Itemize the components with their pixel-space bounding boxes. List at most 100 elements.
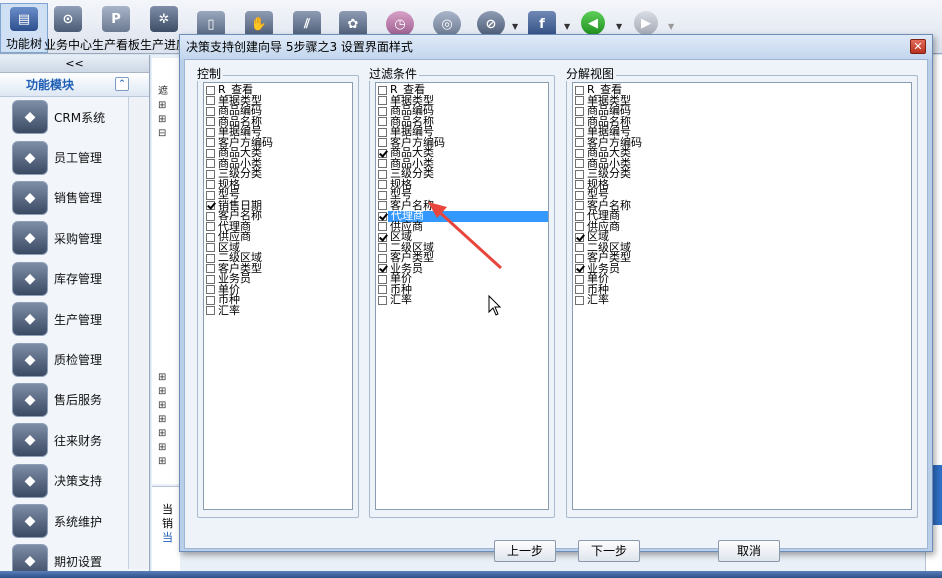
module-item[interactable]: ◆ 生产管理 [0, 299, 149, 339]
field-checkbox[interactable] [206, 295, 215, 305]
field-checkbox[interactable] [378, 243, 387, 253]
field-list-item[interactable]: 单价 [573, 273, 911, 285]
field-list-item[interactable]: 供应商 [573, 221, 911, 233]
module-item[interactable]: ◆ CRM系统 [0, 97, 149, 137]
field-checkbox[interactable] [378, 148, 387, 158]
field-checkbox[interactable] [378, 180, 387, 190]
field-checkbox[interactable] [206, 169, 215, 179]
field-checkbox[interactable] [206, 96, 215, 106]
field-checkbox[interactable] [378, 222, 387, 232]
field-checkbox[interactable] [206, 222, 215, 232]
tree-expand-icon[interactable]: ⊞ [158, 456, 166, 467]
field-checkbox[interactable] [206, 180, 215, 190]
field-checkbox[interactable] [575, 96, 584, 106]
field-list-item[interactable]: 客户名称 [573, 200, 911, 212]
tree-expand-icon[interactable]: ⊞ [158, 428, 166, 439]
toolbar-production-board-button[interactable]: P 生产看板 [92, 3, 140, 53]
field-list-item[interactable]: 汇率 [376, 294, 548, 306]
field-checkbox[interactable] [575, 222, 584, 232]
next-step-button[interactable]: 下一步 [578, 540, 640, 562]
field-checkbox[interactable] [575, 253, 584, 263]
close-icon[interactable]: ✕ [910, 39, 926, 54]
field-checkbox[interactable] [378, 253, 387, 263]
module-item[interactable]: ◆ 采购管理 [0, 218, 149, 258]
field-checkbox[interactable] [206, 117, 215, 127]
field-checkbox[interactable] [575, 117, 584, 127]
tree-expand-icon[interactable]: ⊞ [158, 414, 166, 425]
breakdown-field-list[interactable]: R_查看 单据类型 商品编码 商品名称 单据编号 客户方编码 商品大类 商品小类 三级分类 规格型… [572, 82, 912, 510]
field-checkbox[interactable] [206, 285, 215, 295]
tree-expand-icon[interactable]: ⊞ [158, 114, 166, 125]
field-list-item[interactable]: 汇率 [204, 305, 352, 317]
collapse-up-icon[interactable]: ⌃ [115, 77, 129, 91]
field-list-item[interactable]: 币种 [573, 284, 911, 296]
field-checkbox[interactable] [378, 190, 387, 200]
field-checkbox[interactable] [575, 211, 584, 221]
field-checkbox[interactable] [378, 232, 387, 242]
field-list-item[interactable]: 客户类型 [573, 252, 911, 264]
back-arrow-icon[interactable]: ◀ [581, 11, 605, 35]
field-checkbox[interactable] [378, 85, 387, 95]
field-checkbox[interactable] [575, 295, 584, 305]
field-checkbox[interactable] [575, 138, 584, 148]
field-checkbox[interactable] [206, 138, 215, 148]
module-item[interactable]: ◆ 库存管理 [0, 259, 149, 299]
cancel-button[interactable]: 取消 [718, 540, 780, 562]
field-list-item[interactable]: 三级分类 [573, 168, 911, 180]
field-checkbox[interactable] [378, 264, 387, 274]
tree-expand-icon[interactable]: ⊞ [158, 372, 166, 383]
field-checkbox[interactable] [206, 274, 215, 284]
field-checkbox[interactable] [575, 106, 584, 116]
field-checkbox[interactable] [378, 285, 387, 295]
control-field-list[interactable]: R_查看 单据类型 商品编码 商品名称 单据编号 客户方编码 商品大类 商品小类 三级分类 规格型… [203, 82, 353, 510]
field-checkbox[interactable] [575, 190, 584, 200]
field-checkbox[interactable] [575, 285, 584, 295]
field-list-item[interactable]: 汇率 [573, 294, 911, 306]
tree-collapse-icon[interactable]: ⊟ [158, 128, 166, 139]
field-list-item[interactable]: 规格 [573, 179, 911, 191]
tree-expand-icon[interactable]: ⊞ [158, 100, 166, 111]
field-checkbox[interactable] [206, 306, 215, 316]
field-checkbox[interactable] [378, 211, 387, 221]
field-checkbox[interactable] [575, 243, 584, 253]
field-list-item[interactable]: 业务员 [573, 263, 911, 275]
toolbar-function-tree-button[interactable]: ▤ 功能树 [0, 3, 48, 53]
module-scrollbar[interactable] [128, 97, 148, 569]
field-checkbox[interactable] [206, 148, 215, 158]
field-checkbox[interactable] [575, 232, 584, 242]
module-item[interactable]: ◆ 销售管理 [0, 178, 149, 218]
field-checkbox[interactable] [206, 106, 215, 116]
field-checkbox[interactable] [206, 159, 215, 169]
field-checkbox[interactable] [206, 127, 215, 137]
module-item[interactable]: ◆ 往来财务 [0, 420, 149, 460]
field-checkbox[interactable] [378, 274, 387, 284]
field-checkbox[interactable] [206, 264, 215, 274]
field-checkbox[interactable] [378, 127, 387, 137]
panel-collapse-bar[interactable]: << [0, 55, 149, 73]
field-checkbox[interactable] [378, 117, 387, 127]
module-item[interactable]: ◆ 员工管理 [0, 137, 149, 177]
field-checkbox[interactable] [575, 264, 584, 274]
field-checkbox[interactable] [575, 148, 584, 158]
module-item[interactable]: ◆ 系统维护 [0, 501, 149, 541]
tree-expand-icon[interactable]: ⊞ [158, 400, 166, 411]
field-checkbox[interactable] [378, 106, 387, 116]
field-checkbox[interactable] [206, 85, 215, 95]
field-checkbox[interactable] [206, 211, 215, 221]
field-checkbox[interactable] [575, 201, 584, 211]
forward-arrow-icon[interactable]: ▶ [634, 11, 658, 35]
toolbar-business-center-button[interactable]: ⊙ 业务中心 [44, 3, 92, 53]
dropdown-arrow-icon[interactable]: ▼ [564, 22, 570, 31]
field-checkbox[interactable] [575, 85, 584, 95]
dialog-title-bar[interactable]: 决策支持创建向导 5步骤之3 设置界面样式 ✕ [180, 35, 932, 59]
field-checkbox[interactable] [378, 138, 387, 148]
field-checkbox[interactable] [378, 295, 387, 305]
filter-field-list[interactable]: R_查看 单据类型 商品编码 商品名称 单据编号 客户方编码 商品大类 商品小类 三级分类 规格型… [375, 82, 549, 510]
field-checkbox[interactable] [378, 201, 387, 211]
module-item[interactable]: ◆ 售后服务 [0, 380, 149, 420]
field-checkbox[interactable] [378, 159, 387, 169]
field-checkbox[interactable] [206, 243, 215, 253]
dropdown-arrow-icon[interactable]: ▼ [616, 22, 622, 31]
dropdown-arrow-icon[interactable]: ▼ [668, 22, 674, 31]
tree-expand-icon[interactable]: ⊞ [158, 386, 166, 397]
